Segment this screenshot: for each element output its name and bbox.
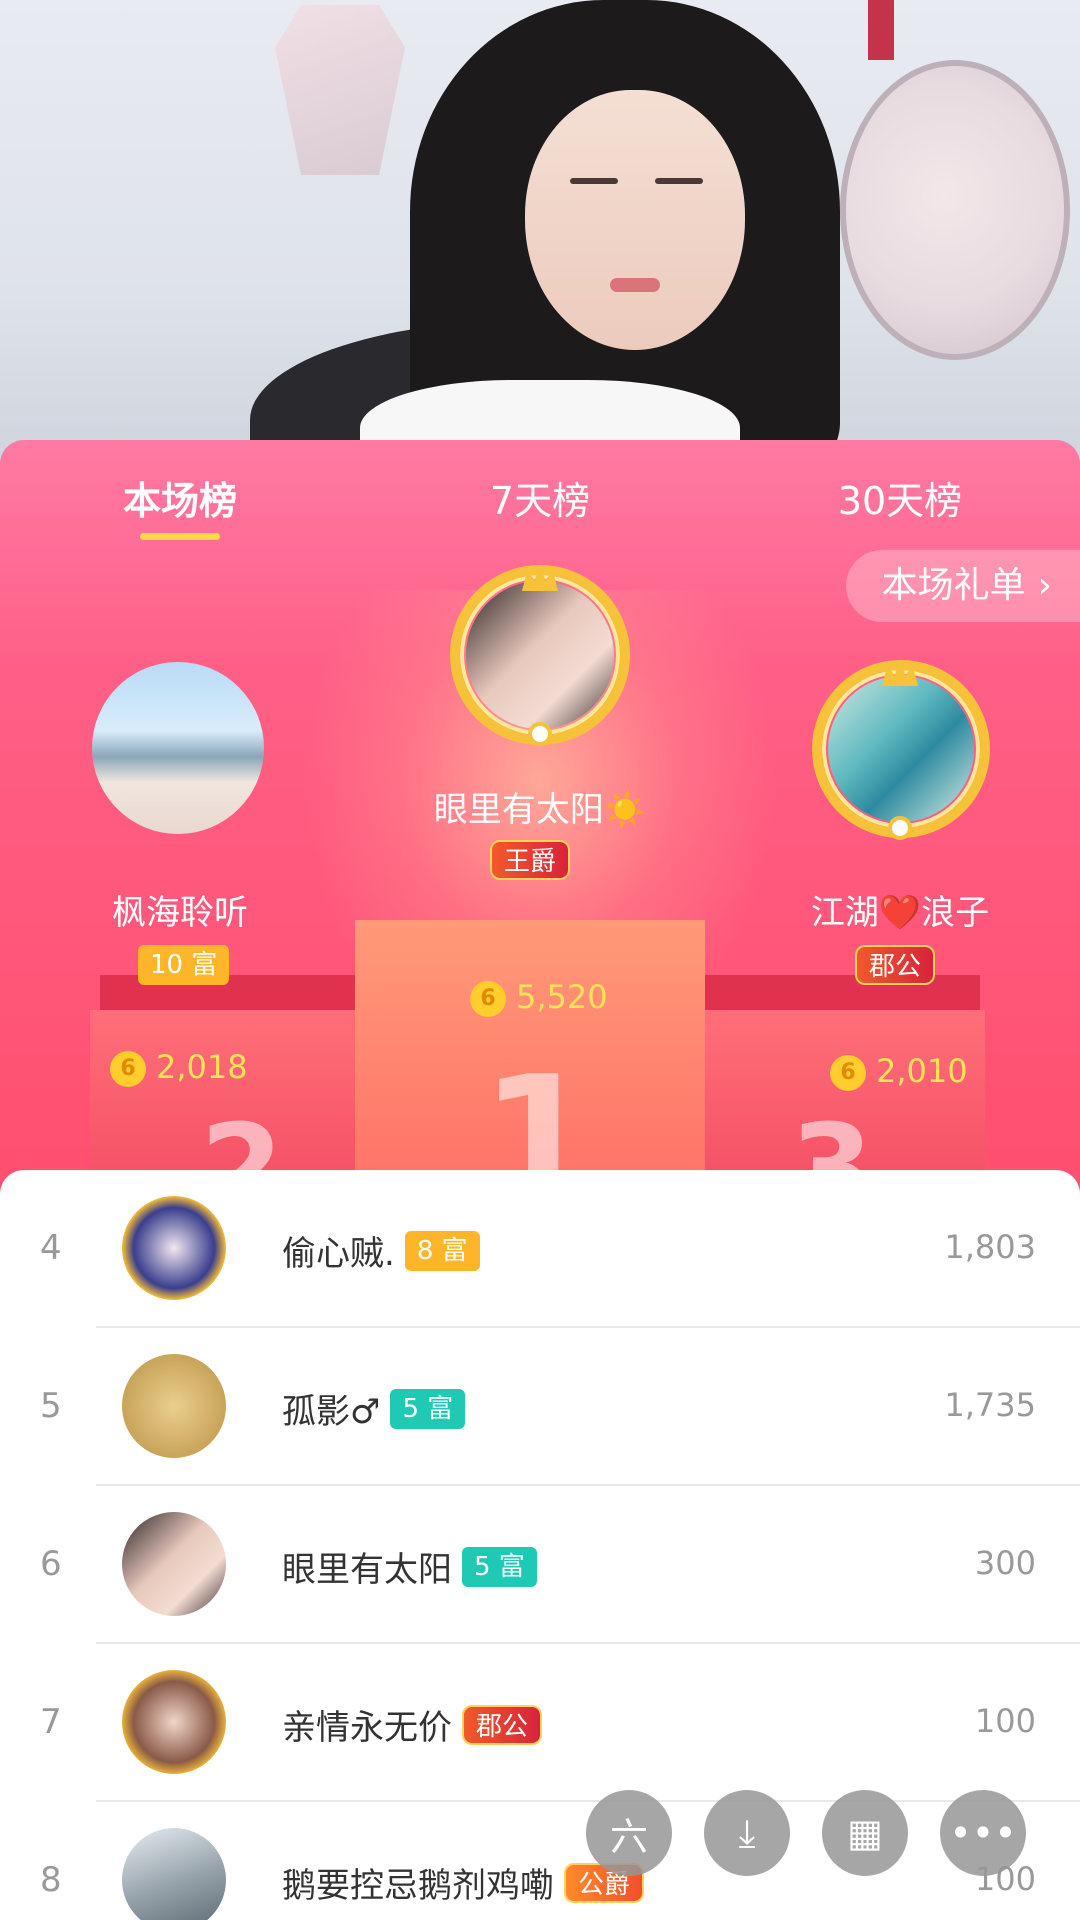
list-value: 300	[974, 1544, 1036, 1582]
list-rank: 4	[40, 1228, 62, 1268]
list-name: 鹅要控忌鹅剂鸡嘞	[282, 1866, 554, 1906]
rank-3-name: 江湖❤️浪子	[810, 893, 990, 933]
rank-2-score-value: 2,018	[156, 1048, 248, 1086]
list-avatar	[122, 1196, 226, 1300]
ranking-panel: 本场榜 7天榜 30天榜 本场礼单 › 1 2 3 眼里有太阳☀️ 王爵 6 5,…	[0, 440, 1080, 1200]
frame-gem-icon	[888, 816, 912, 840]
rank-3-title-badge: 郡公	[855, 945, 936, 985]
list-name: 眼里有太阳	[282, 1550, 452, 1590]
live-video[interactable]	[0, 0, 1080, 470]
list-item[interactable]: 4 偷心贼. 8 富 1,803	[0, 1170, 1080, 1328]
download-icon[interactable]: ⤓	[704, 1790, 790, 1876]
fortune-badge: 5 富	[390, 1388, 466, 1429]
list-name-wrap: 眼里有太阳 5 富	[282, 1542, 537, 1591]
rank-1-title-badge: 王爵	[490, 840, 571, 880]
rank-3-score: 6 2,010	[830, 1052, 968, 1091]
tab-this-session[interactable]: 本场榜	[50, 470, 310, 525]
tab-indicator	[140, 533, 220, 540]
streamer-eye	[570, 178, 618, 184]
list-name: 亲情永无价	[282, 1708, 452, 1748]
fortune-badge: 8 富	[404, 1230, 480, 1271]
list-item[interactable]: 5 孤影♂ 5 富 1,735	[0, 1328, 1080, 1486]
rank-1-avatar[interactable]	[466, 581, 614, 729]
list-value: 1,803	[944, 1228, 1036, 1266]
rank-1-score: 6 5,520	[470, 978, 608, 1017]
grid-icon[interactable]: ▦	[822, 1790, 908, 1876]
gift-list-label: 本场礼单	[881, 565, 1026, 606]
streamer-lip	[610, 278, 660, 292]
list-item[interactable]: 6 眼里有太阳 5 富 300	[0, 1486, 1080, 1644]
rank-2-fortune-badge: 10 富	[138, 945, 230, 985]
tab-7-days[interactable]: 7天榜	[410, 470, 670, 525]
wall-decoration	[868, 0, 894, 60]
streamer-face	[525, 90, 745, 350]
gift-list-link[interactable]: 本场礼单 ›	[845, 550, 1080, 622]
list-item[interactable]: 8 鹅要控忌鹅剂鸡嘞 公爵 100	[0, 1802, 1080, 1920]
rank-2-score: 6 2,018	[110, 1048, 248, 1087]
rank-2-name: 枫海聆听	[112, 893, 248, 933]
list-item[interactable]: 7 亲情永无价 郡公 100	[0, 1644, 1080, 1802]
rank-3-score-value: 2,010	[876, 1052, 968, 1090]
more-icon[interactable]: •••	[940, 1790, 1026, 1876]
list-name: 孤影♂	[282, 1392, 381, 1432]
frame-gem-icon	[528, 722, 552, 746]
wall-decoration	[275, 5, 405, 175]
wall-decoration	[840, 60, 1070, 360]
coin-icon: 6	[830, 1055, 866, 1091]
streamer-eye	[655, 178, 703, 184]
list-rank: 7	[40, 1702, 62, 1742]
coin-icon: 6	[110, 1051, 146, 1087]
title-badge: 郡公	[462, 1704, 543, 1745]
list-rank: 5	[40, 1386, 62, 1426]
list-name-wrap: 鹅要控忌鹅剂鸡嘞 公爵	[282, 1858, 645, 1907]
list-value: 100	[974, 1702, 1036, 1740]
rank-1-score-value: 5,520	[516, 978, 608, 1016]
rank-1-name: 眼里有太阳☀️	[433, 790, 647, 830]
screen: 本场榜 7天榜 30天榜 本场礼单 › 1 2 3 眼里有太阳☀️ 王爵 6 5,…	[0, 0, 1080, 1920]
ranking-list: 4 偷心贼. 8 富 1,803 5 孤影♂ 5 富 1,735 6 眼里有太阳	[0, 1170, 1080, 1920]
rank-3-avatar[interactable]	[828, 676, 974, 822]
rank-2-avatar[interactable]	[92, 662, 264, 834]
chevron-right-icon: ›	[1037, 565, 1052, 606]
list-rank: 8	[40, 1860, 62, 1900]
list-name: 偷心贼.	[282, 1234, 395, 1274]
list-name-wrap: 偷心贼. 8 富	[282, 1226, 480, 1275]
list-name-wrap: 孤影♂ 5 富	[282, 1384, 466, 1433]
ranking-tabs: 本场榜 7天榜 30天榜	[0, 440, 1080, 566]
list-avatar	[122, 1354, 226, 1458]
list-avatar	[122, 1828, 226, 1920]
liuliu-logo-icon[interactable]: 六	[586, 1790, 672, 1876]
coin-icon: 6	[470, 981, 506, 1017]
list-avatar	[122, 1670, 226, 1774]
list-value: 1,735	[944, 1386, 1036, 1424]
tab-30-days[interactable]: 30天榜	[770, 470, 1030, 525]
fortune-badge: 5 富	[462, 1546, 537, 1587]
list-avatar	[122, 1512, 226, 1616]
list-rank: 6	[40, 1544, 62, 1584]
list-name-wrap: 亲情永无价 郡公	[282, 1700, 543, 1749]
